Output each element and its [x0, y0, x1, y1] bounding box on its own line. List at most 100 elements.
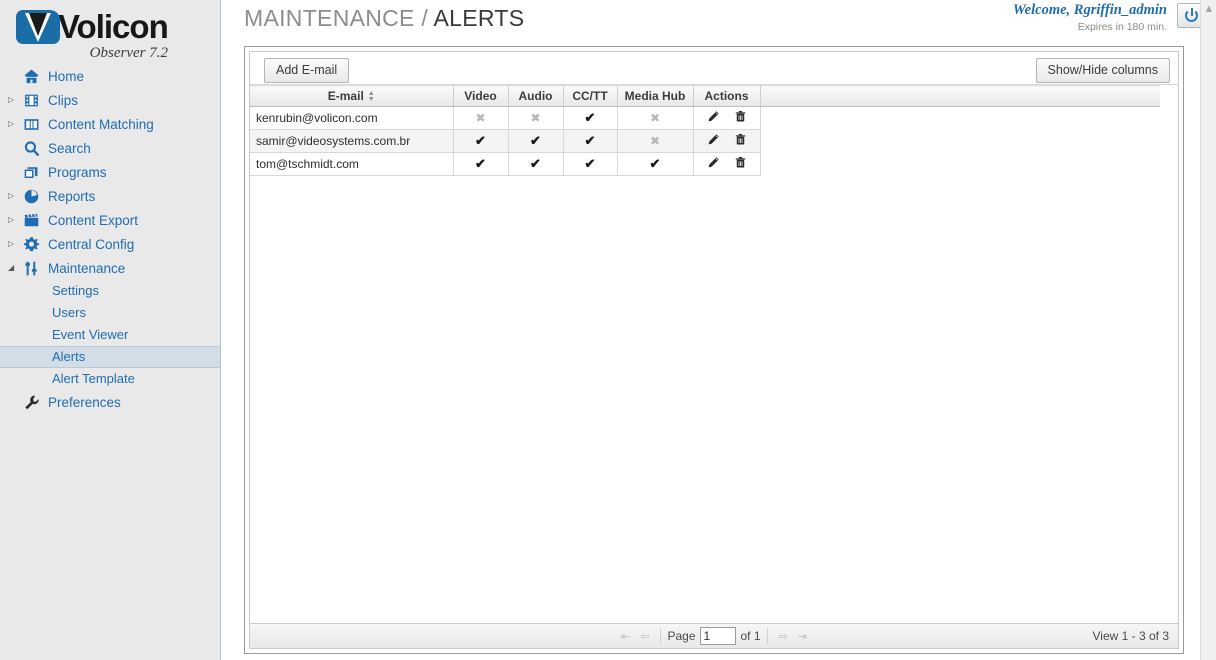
cross-icon: ✖	[530, 111, 541, 125]
sidebar-item-label: Content Export	[48, 212, 139, 228]
page-number-input[interactable]	[699, 627, 736, 645]
gear-icon	[20, 235, 42, 253]
first-page-button[interactable]: ⇤	[621, 630, 630, 643]
pie-chart-icon	[20, 187, 42, 205]
table-row[interactable]: kenrubin@volicon.com ✖ ✖ ✔ ✖	[250, 106, 1160, 130]
chevron-right-icon[interactable]: ▷	[8, 184, 20, 208]
column-header-actions[interactable]: Actions	[693, 85, 761, 107]
delete-icon[interactable]	[734, 156, 747, 172]
column-header-media-hub[interactable]: Media Hub	[617, 85, 694, 107]
table-header-row: E-mail ▲ ▼ Video Audio CC/TT Media Hub Actions	[250, 85, 1160, 107]
sidebar-subitem-event-viewer[interactable]: Event Viewer	[0, 324, 220, 346]
cell-email: samir@videosystems.com.br	[250, 129, 454, 153]
check-icon: ✔	[530, 133, 541, 148]
table-row[interactable]: samir@videosystems.com.br ✔ ✔ ✔ ✖	[250, 129, 1160, 153]
pager-divider-right	[766, 628, 768, 644]
column-header-label: CC/TT	[572, 89, 608, 103]
record-count-label: View 1 - 3 of 3	[1092, 629, 1170, 643]
sidebar-item-clips[interactable]: ▷ Clips	[0, 88, 220, 112]
cell-filler	[760, 129, 1160, 153]
cell-audio: ✔	[508, 129, 564, 153]
sidebar-item-search[interactable]: ▷Search	[0, 136, 220, 160]
next-page-button[interactable]: ⇨	[779, 630, 788, 643]
column-header-cc-tt[interactable]: CC/TT	[563, 85, 618, 107]
application-window: Volicon Observer 7.2 ▷Home▷Clips▷Content…	[0, 0, 1216, 660]
welcome-message: Welcome, Rgriffin_admin	[1012, 2, 1167, 18]
sidebar-subitem-alert-template[interactable]: Alert Template	[0, 368, 220, 390]
column-header-video[interactable]: Video	[453, 85, 509, 107]
edit-icon[interactable]	[707, 110, 720, 126]
cell-actions	[693, 129, 761, 153]
table-row[interactable]: tom@tschmidt.com ✔ ✔ ✔ ✔	[250, 152, 1160, 176]
chevron-down-icon[interactable]: ◢	[8, 256, 20, 280]
cell-audio: ✔	[508, 152, 564, 176]
sidebar-item-content-matching[interactable]: ▷ Content Matching	[0, 112, 220, 136]
show-hide-columns-button[interactable]: Show/Hide columns	[1035, 58, 1170, 83]
sidebar-item-programs[interactable]: ▷Programs	[0, 160, 220, 184]
delete-icon[interactable]	[734, 110, 747, 126]
sidebar-item-label: Preferences	[48, 394, 121, 410]
alerts-panel: Add E-mail Show/Hide columns E-mail ▲ ▼ Vid…	[244, 46, 1184, 654]
sidebar-subitem-users[interactable]: Users	[0, 302, 220, 324]
programs-icon	[20, 163, 42, 181]
sidebar-item-label: Search	[48, 140, 91, 156]
column-header-e-mail[interactable]: E-mail ▲ ▼	[250, 85, 454, 107]
cell-actions	[693, 152, 761, 176]
cell-media-hub: ✔	[617, 152, 694, 176]
cell-audio: ✖	[508, 106, 564, 130]
sidebar-item-content-export[interactable]: ▷ Content Export	[0, 208, 220, 232]
edit-icon[interactable]	[707, 156, 720, 172]
column-header-label: Video	[464, 89, 497, 103]
chevron-right-icon[interactable]: ▷	[8, 112, 20, 136]
sidebar-item-label: Clips	[48, 92, 79, 108]
page-scrollbar[interactable]: ▲	[1200, 0, 1216, 660]
cell-video: ✔	[453, 152, 509, 176]
cell-email: kenrubin@volicon.com	[250, 106, 454, 130]
cell-actions	[693, 106, 761, 130]
sidebar-item-preferences[interactable]: ▷Preferences	[0, 390, 220, 414]
sidebar-subitem-settings[interactable]: Settings	[0, 280, 220, 302]
check-icon: ✔	[584, 133, 596, 148]
cell-filler	[760, 153, 1160, 176]
column-header-label: Audio	[518, 89, 553, 103]
volicon-v-logo-icon	[16, 10, 60, 44]
pagination-controls: ⇤ ⇦ Page of 1 ⇨ ⇥	[616, 627, 812, 645]
sidebar-item-label: Programs	[48, 164, 107, 180]
add-email-button[interactable]: Add E-mail	[264, 58, 350, 83]
brand-logo[interactable]: Volicon Observer 7.2	[0, 0, 220, 64]
edit-icon[interactable]	[707, 133, 720, 149]
cell-media-hub: ✖	[617, 129, 694, 153]
breadcrumb-separator: /	[421, 5, 429, 31]
check-icon: ✔	[475, 133, 486, 148]
sidebar-item-reports[interactable]: ▷ Reports	[0, 184, 220, 208]
chevron-right-icon[interactable]: ▷	[8, 208, 20, 232]
alerts-panel-inner: Add E-mail Show/Hide columns E-mail ▲ ▼ Vid…	[249, 51, 1179, 649]
grid-footer: ⇤ ⇦ Page of 1 ⇨ ⇥ View 1 - 3 of 3	[250, 623, 1178, 648]
check-icon: ✔	[475, 156, 486, 171]
cross-icon: ✖	[649, 111, 661, 125]
sidebar-item-central-config[interactable]: ▷ Central Config	[0, 232, 220, 256]
check-icon: ✔	[649, 156, 661, 171]
alerts-grid: E-mail ▲ ▼ Video Audio CC/TT Media Hub Actions …	[250, 85, 1178, 623]
page-total-label: of 1	[740, 629, 761, 643]
sidebar-subitem-alerts[interactable]: Alerts	[0, 346, 220, 368]
sidebar-item-label: Content Matching	[48, 116, 154, 132]
sidebar-item-maintenance[interactable]: ◢ Maintenance	[0, 256, 220, 280]
session-expiry: Expires in 180 min.	[1077, 21, 1167, 33]
column-header-label: Actions	[704, 89, 749, 103]
sort-indicator-icon: ▲ ▼	[367, 89, 375, 103]
column-header-audio[interactable]: Audio	[508, 85, 564, 107]
page-header: MAINTENANCE / ALERTS Welcome, Rgriffin_a…	[221, 0, 1216, 40]
breadcrumb-parent[interactable]: MAINTENANCE	[244, 5, 415, 31]
cell-video: ✔	[453, 129, 509, 153]
wrench-icon	[20, 393, 42, 411]
chevron-right-icon[interactable]: ▷	[8, 88, 20, 112]
content-matching-icon	[20, 115, 42, 133]
sidebar-item-home[interactable]: ▷Home	[0, 64, 220, 88]
scroll-up-icon[interactable]: ▲	[1201, 0, 1216, 17]
last-page-button[interactable]: ⇥	[798, 630, 807, 643]
chevron-right-icon[interactable]: ▷	[8, 232, 20, 256]
sidebar-item-label: Central Config	[48, 236, 135, 252]
delete-icon[interactable]	[734, 133, 747, 149]
prev-page-button[interactable]: ⇦	[640, 630, 649, 643]
